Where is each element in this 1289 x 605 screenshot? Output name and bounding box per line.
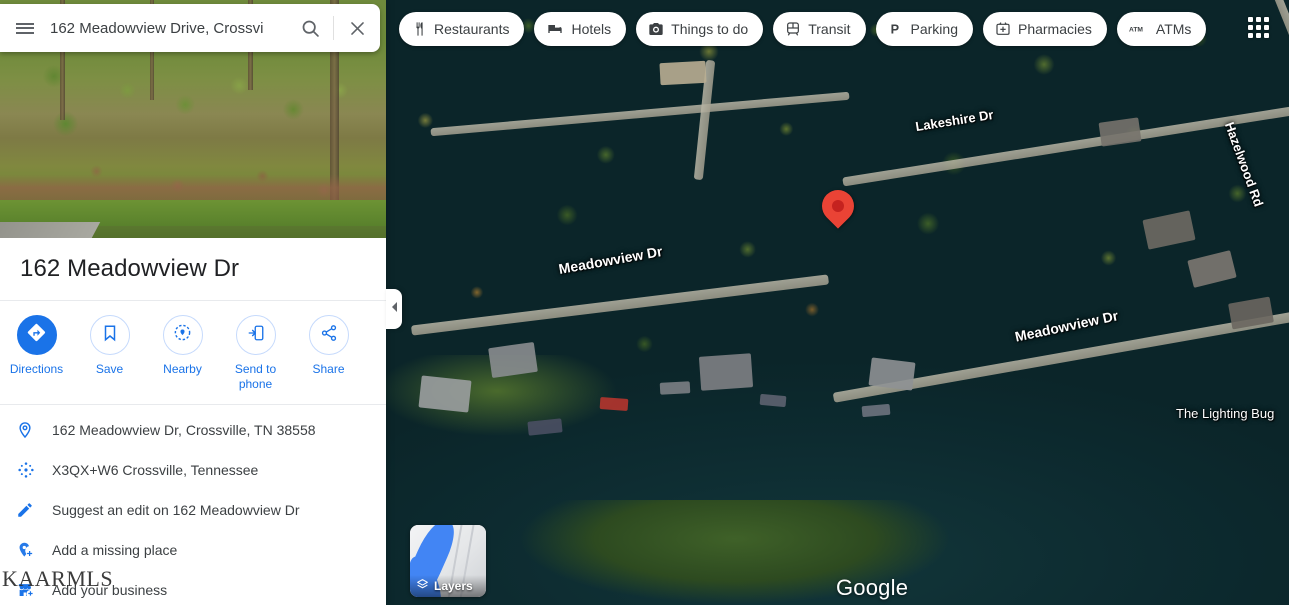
restaurant-icon — [411, 21, 427, 37]
place-action-bar: Directions Save Nearby Send to phone Sha… — [0, 300, 386, 405]
chip-label: Hotels — [571, 21, 612, 37]
hotel-icon — [546, 21, 564, 37]
chip-hotels[interactable]: Hotels — [534, 12, 627, 46]
layers-label-bar: Layers — [410, 575, 486, 597]
dock — [759, 393, 787, 408]
nearby-icon-ring — [162, 315, 203, 355]
building-roof — [659, 60, 707, 86]
svg-text:ATM: ATM — [1129, 27, 1143, 34]
google-maps-app: Lakeshire Dr Hazelwood Rd Meadowview Dr … — [0, 0, 1289, 605]
directions-button[interactable]: Directions — [0, 315, 73, 377]
chip-label: Pharmacies — [1017, 21, 1092, 37]
plus-code-icon — [16, 460, 52, 480]
add-business-icon — [16, 581, 52, 600]
location-pin-icon — [16, 421, 52, 439]
send-to-phone-button[interactable]: Send to phone — [219, 315, 292, 392]
info-row-add-missing-place[interactable]: Add a missing place — [0, 530, 386, 570]
collapse-panel-button[interactable] — [386, 289, 402, 329]
chip-label: Transit — [808, 21, 851, 37]
dock — [659, 381, 691, 395]
info-row-label: Suggest an edit on 162 Meadowview Dr — [52, 502, 300, 518]
save-button[interactable]: Save — [73, 315, 146, 377]
send-to-phone-icon — [247, 324, 265, 347]
share-icon — [320, 324, 338, 347]
chip-label: Parking — [910, 21, 958, 37]
close-icon[interactable] — [334, 19, 380, 38]
place-details-panel: 162 Meadowview Dr Directions Save Nearby… — [0, 0, 386, 605]
action-label: Send to phone — [234, 362, 277, 391]
action-label: Save — [95, 362, 124, 376]
save-icon-ring — [89, 315, 130, 355]
share-button[interactable]: Share — [292, 315, 365, 377]
info-row-address[interactable]: 162 Meadowview Dr, Crossville, TN 38558 — [0, 410, 386, 450]
info-row-label: X3QX+W6 Crossville, Tennessee — [52, 462, 259, 478]
hamburger-menu-icon[interactable] — [0, 20, 50, 36]
destination-marker[interactable] — [815, 183, 861, 235]
layers-button[interactable]: Layers — [410, 525, 486, 597]
send-to-phone-icon-ring — [235, 315, 276, 355]
chip-restaurants[interactable]: Restaurants — [399, 12, 525, 46]
info-row-plus-code[interactable]: X3QX+W6 Crossville, Tennessee — [0, 450, 386, 490]
building-roof — [868, 357, 916, 391]
action-label: Nearby — [163, 362, 202, 376]
chip-label: Things to do — [671, 21, 749, 37]
shoreline-vegetation-west — [385, 355, 705, 475]
parking-icon: P — [888, 21, 904, 37]
bookmark-icon — [101, 324, 119, 347]
layers-label: Layers — [434, 579, 473, 593]
chevron-left-icon — [390, 300, 398, 318]
action-label: Directions — [9, 362, 64, 376]
atm-icon: ATM — [1129, 22, 1149, 36]
action-label: Share — [312, 362, 345, 376]
google-watermark: Google — [836, 575, 909, 600]
camera-icon — [648, 21, 664, 37]
building-roof — [418, 375, 472, 413]
info-row-label: Add a missing place — [52, 542, 178, 558]
directions-icon-ring — [16, 315, 57, 355]
search-input[interactable] — [50, 19, 287, 37]
building-roof — [488, 341, 538, 379]
info-row-add-business[interactable]: Add your business — [0, 570, 386, 605]
building-roof — [698, 353, 754, 391]
info-row-label: Add your business — [52, 582, 168, 598]
dock — [599, 397, 629, 411]
place-info-list: 162 Meadowview Dr, Crossville, TN 38558 … — [0, 410, 386, 605]
pencil-icon — [16, 501, 52, 519]
chip-label: Restaurants — [434, 21, 510, 37]
chip-transit[interactable]: Transit — [773, 12, 866, 46]
hero-road-strip — [0, 222, 101, 238]
info-row-label: 162 Meadowview Dr, Crossville, TN 38558 — [52, 422, 316, 438]
apps-grid-icon[interactable] — [1243, 12, 1273, 42]
page-title: 162 Meadowview Dr — [20, 255, 240, 282]
marker-dot — [832, 200, 844, 212]
pharmacy-icon — [995, 21, 1011, 37]
transit-icon — [785, 21, 801, 37]
category-chip-bar: Restaurants Hotels Things to do Transit … — [399, 11, 1207, 47]
chip-pharmacies[interactable]: Pharmacies — [982, 12, 1107, 46]
chip-label: ATMs — [1155, 21, 1192, 37]
share-icon-ring — [308, 315, 349, 355]
layers-stack-icon — [416, 578, 429, 594]
add-place-icon — [16, 541, 52, 560]
search-icon[interactable] — [287, 18, 333, 39]
svg-text:P: P — [890, 23, 899, 37]
info-row-suggest-edit[interactable]: Suggest an edit on 162 Meadowview Dr — [0, 490, 386, 530]
nearby-button[interactable]: Nearby — [146, 315, 219, 377]
nearby-icon — [173, 323, 192, 347]
search-bar — [0, 4, 380, 52]
chip-atms[interactable]: ATM ATMs — [1116, 12, 1207, 46]
chip-things-to-do[interactable]: Things to do — [636, 12, 764, 46]
chip-parking[interactable]: P Parking — [875, 12, 973, 46]
map-label-the-lighting-bug: The Lighting Bug — [1176, 406, 1275, 421]
directions-icon — [26, 322, 48, 349]
